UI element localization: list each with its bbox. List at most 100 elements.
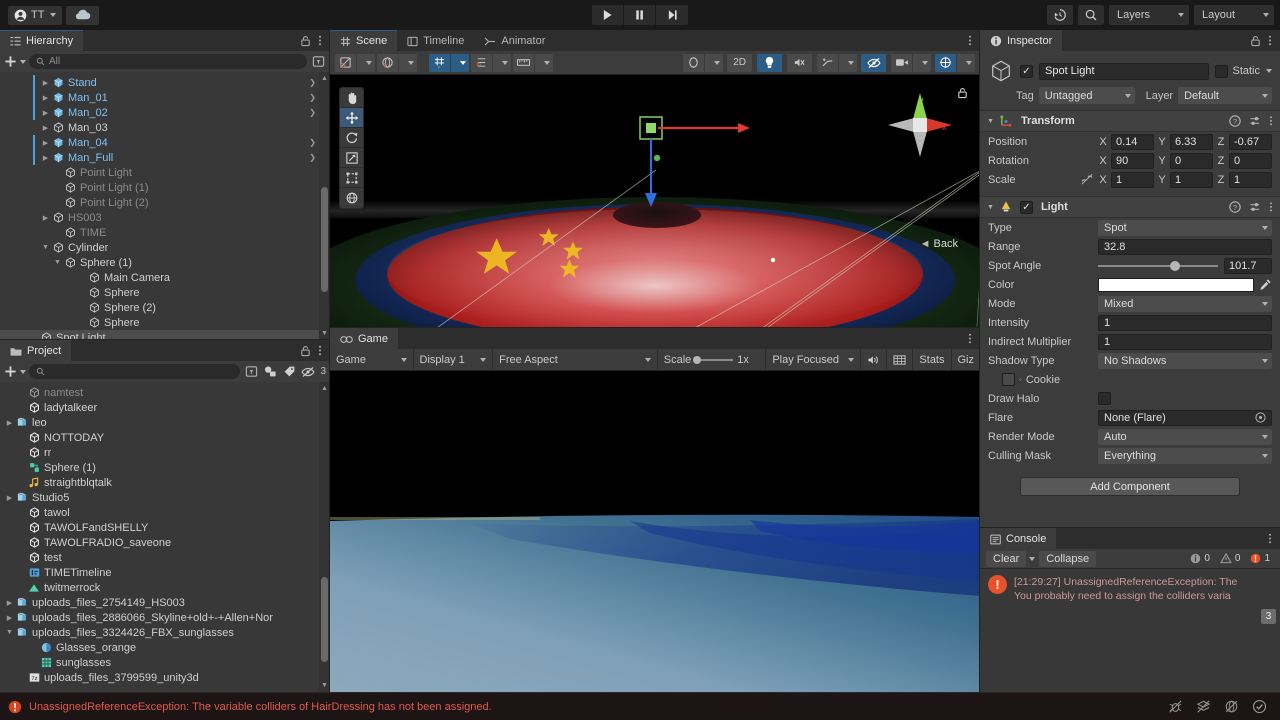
hierarchy-row[interactable]: ▶HS003 bbox=[0, 210, 330, 225]
eyedropper-icon[interactable] bbox=[1259, 278, 1272, 291]
project-row[interactable]: straightblqtalk bbox=[0, 475, 330, 490]
aspect-dropdown[interactable]: Free Aspect bbox=[493, 349, 658, 371]
project-row[interactable]: namtest bbox=[0, 385, 330, 400]
scale-slider-knob[interactable] bbox=[693, 356, 701, 364]
project-hidden-filter-button[interactable] bbox=[300, 364, 316, 379]
foldout-arrow-icon[interactable]: ▶ bbox=[4, 494, 15, 502]
tab-scene[interactable]: Scene bbox=[330, 30, 397, 51]
project-row[interactable]: 7zuploads_files_3799599_unity3d bbox=[0, 670, 330, 685]
foldout-arrow-icon[interactable]: ▼ bbox=[987, 118, 994, 125]
kebab-menu-icon[interactable] bbox=[318, 344, 322, 357]
project-search-input[interactable] bbox=[29, 364, 240, 379]
snap-icon[interactable] bbox=[471, 54, 493, 72]
scale-x-input[interactable]: 1 bbox=[1111, 172, 1154, 188]
light-type-dropdown[interactable]: Spot bbox=[1098, 220, 1272, 236]
tab-hierarchy[interactable]: Hierarchy bbox=[0, 30, 83, 51]
lock-icon[interactable] bbox=[1250, 35, 1261, 47]
hierarchy-row[interactable]: ▼Sphere (1) bbox=[0, 255, 330, 270]
game-canvas[interactable] bbox=[330, 371, 980, 713]
hierarchy-row[interactable]: ▶Man_Full❯ bbox=[0, 150, 330, 165]
mute-audio-button[interactable] bbox=[861, 349, 887, 371]
position-y-input[interactable]: 6.33 bbox=[1170, 134, 1213, 150]
hierarchy-row[interactable]: ▶Man_01❯ bbox=[0, 90, 330, 105]
shaded-dropdown[interactable] bbox=[705, 54, 723, 72]
lock-icon[interactable] bbox=[300, 35, 311, 47]
kebab-menu-icon[interactable] bbox=[1269, 115, 1273, 127]
hierarchy-row[interactable]: ▶Stand❯ bbox=[0, 75, 330, 90]
static-checkbox[interactable] bbox=[1215, 65, 1228, 78]
kebab-menu-icon[interactable] bbox=[968, 34, 972, 47]
scene-fx-group[interactable] bbox=[683, 54, 723, 72]
light-intensity-input[interactable]: 1 bbox=[1098, 315, 1272, 331]
draw-mode-group[interactable] bbox=[335, 54, 375, 72]
help-icon[interactable]: ? bbox=[1229, 201, 1241, 213]
toggle-2d-button[interactable]: 2D bbox=[727, 54, 753, 72]
error-count-toggle[interactable]: 1 bbox=[1246, 551, 1274, 567]
console-overflow-badge[interactable]: 3 bbox=[1261, 609, 1276, 624]
scene-lock-icon[interactable] bbox=[957, 87, 968, 102]
project-row[interactable]: TAWOLFandSHELLY bbox=[0, 520, 330, 535]
light-color-swatch[interactable] bbox=[1098, 278, 1254, 292]
position-x-input[interactable]: 0.14 bbox=[1111, 134, 1154, 150]
shading-mode-group[interactable] bbox=[377, 54, 417, 72]
hierarchy-row[interactable]: Sphere (2) bbox=[0, 300, 330, 315]
preview-off-icon[interactable] bbox=[1218, 696, 1244, 718]
scroll-down-arrow[interactable]: ▼ bbox=[320, 330, 329, 337]
project-tree[interactable]: namtestladytalkeer▶leoNOTTODAYrrSphere (… bbox=[0, 382, 330, 692]
foldout-arrow-icon[interactable]: ▶ bbox=[4, 614, 15, 622]
draw-halo-checkbox[interactable] bbox=[1098, 392, 1111, 405]
scene-camera-icon[interactable] bbox=[891, 54, 913, 72]
aspect-ratio-button[interactable] bbox=[887, 349, 913, 371]
globe-icon[interactable] bbox=[377, 54, 399, 72]
project-row[interactable]: ▼uploads_files_3324426_FBX_sunglasses bbox=[0, 625, 330, 640]
tab-timeline[interactable]: Timeline bbox=[397, 30, 474, 51]
project-row[interactable]: ▶uploads_files_2754149_HS003 bbox=[0, 595, 330, 610]
layers-dropdown[interactable]: Layers bbox=[1109, 5, 1189, 25]
foldout-arrow-icon[interactable]: ▶ bbox=[4, 419, 15, 427]
project-row[interactable]: sunglasses bbox=[0, 655, 330, 670]
foldout-arrow-icon[interactable]: ▶ bbox=[4, 599, 15, 607]
preset-icon[interactable] bbox=[1249, 115, 1261, 127]
rotation-z-input[interactable]: 0 bbox=[1229, 153, 1272, 169]
scene-canvas[interactable]: y x ◄ Back bbox=[330, 75, 980, 348]
layer-dropdown[interactable]: Default bbox=[1178, 87, 1272, 104]
hierarchy-row[interactable]: TIME bbox=[0, 225, 330, 240]
cloud-button[interactable] bbox=[66, 6, 99, 25]
scale-y-input[interactable]: 1 bbox=[1170, 172, 1213, 188]
rotation-x-input[interactable]: 90 bbox=[1111, 153, 1154, 169]
shaded-icon[interactable] bbox=[335, 54, 357, 72]
rotation-y-input[interactable]: 0 bbox=[1170, 153, 1213, 169]
hierarchy-row[interactable]: Sphere bbox=[0, 315, 330, 330]
foldout-arrow-icon[interactable]: ▼ bbox=[40, 244, 51, 251]
spot-angle-slider-knob[interactable] bbox=[1170, 261, 1180, 271]
foldout-arrow-icon[interactable]: ▶ bbox=[40, 124, 51, 132]
light-flare-field[interactable]: None (Flare) bbox=[1098, 410, 1272, 426]
warning-count-toggle[interactable]: 0 bbox=[1216, 551, 1245, 567]
kebab-menu-icon[interactable] bbox=[1268, 532, 1272, 545]
clear-dropdown-icon[interactable] bbox=[1029, 557, 1035, 561]
scene-orientation-gizmo[interactable]: y x bbox=[884, 89, 956, 161]
spot-angle-slider-track[interactable] bbox=[1098, 265, 1218, 267]
add-gameobject-button[interactable] bbox=[4, 55, 26, 68]
check-circle-icon[interactable] bbox=[1246, 696, 1272, 718]
lock-icon[interactable] bbox=[300, 345, 311, 357]
history-button[interactable] bbox=[1047, 5, 1073, 25]
spot-angle-input[interactable]: 101.7 bbox=[1224, 258, 1272, 274]
transform-component-header[interactable]: ▼ Transform ? bbox=[980, 110, 1280, 132]
foldout-arrow-icon[interactable]: ▼ bbox=[4, 629, 15, 636]
foldout-arrow-icon[interactable]: ▼ bbox=[52, 259, 63, 266]
light-range-input[interactable]: 32.8 bbox=[1098, 239, 1272, 255]
project-row[interactable]: TAWOLFRADIO_saveone bbox=[0, 535, 330, 550]
foldout-arrow-icon[interactable]: ▶ bbox=[40, 79, 51, 87]
hierarchy-row[interactable]: ▼Cylinder bbox=[0, 240, 330, 255]
hierarchy-row[interactable]: ▶Man_02❯ bbox=[0, 105, 330, 120]
project-row[interactable]: ladytalkeer bbox=[0, 400, 330, 415]
scene-view-orientation-label[interactable]: ◄ Back bbox=[920, 238, 958, 250]
project-row[interactable]: Sphere (1) bbox=[0, 460, 330, 475]
hierarchy-scrollbar-thumb[interactable] bbox=[321, 187, 328, 292]
scroll-up-arrow[interactable]: ▲ bbox=[320, 385, 329, 392]
kebab-menu-icon[interactable] bbox=[968, 332, 972, 345]
kebab-menu-icon[interactable] bbox=[1268, 34, 1272, 47]
scale-slider[interactable]: Scale 1x bbox=[658, 349, 767, 371]
light-component-header[interactable]: ▼ ✓ Light ? bbox=[980, 196, 1280, 218]
